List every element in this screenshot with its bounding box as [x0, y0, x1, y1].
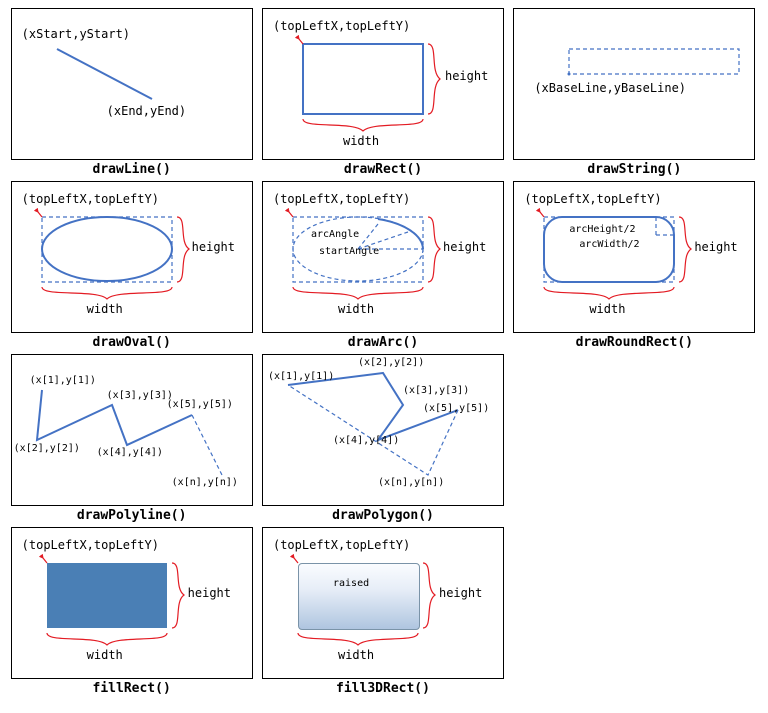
label-arcangle: arcAngle [311, 229, 359, 240]
caption-drawarc: drawArc() [348, 335, 418, 350]
label-p5: (x[5],y[5]) [167, 399, 233, 410]
label-p5: (x[5],y[5]) [423, 403, 489, 414]
cell-drawstring: (xBaseLine,yBaseLine) drawString() [511, 8, 758, 177]
label-startangle: startAngle [319, 246, 379, 257]
cell-fillrect: (topLeftX,topLeftY) width height fillRec… [8, 527, 255, 696]
label-height: height [192, 240, 235, 254]
label-height: height [694, 240, 737, 254]
label-topleft: (topLeftX,topLeftY) [22, 192, 159, 206]
label-start: (xStart,yStart) [22, 27, 130, 41]
panel-fill3drect: (topLeftX,topLeftY) raised width height [262, 527, 504, 679]
label-p3: (x[3],y[3]) [107, 390, 173, 401]
label-p1: (x[1],y[1]) [268, 371, 334, 382]
label-height: height [445, 69, 488, 83]
panel-drawstring: (xBaseLine,yBaseLine) [513, 8, 755, 160]
panel-fillrect: (topLeftX,topLeftY) width height [11, 527, 253, 679]
label-baseline: (xBaseLine,yBaseLine) [534, 81, 686, 95]
label-width: width [589, 302, 625, 316]
label-width: width [343, 134, 379, 148]
panel-drawpolyline: (x[1],y[1]) (x[2],y[2]) (x[3],y[3]) (x[4… [11, 354, 253, 506]
cell-drawpolyline: (x[1],y[1]) (x[2],y[2]) (x[3],y[3]) (x[4… [8, 354, 255, 523]
label-end: (xEnd,yEnd) [107, 104, 186, 118]
label-topleft: (topLeftX,topLeftY) [273, 192, 410, 206]
caption-fillrect: fillRect() [93, 681, 171, 696]
panel-drawpolygon: (x[1],y[1]) (x[2],y[2]) (x[3],y[3]) (x[4… [262, 354, 504, 506]
cell-drawline: (xStart,yStart) (xEnd,yEnd) drawLine() [8, 8, 255, 177]
cell-drawarc: (topLeftX,topLeftY) arcAngle startAngle … [259, 181, 506, 350]
caption-drawpolygon: drawPolygon() [332, 508, 434, 523]
caption-fill3drect: fill3DRect() [336, 681, 430, 696]
label-p4: (x[4],y[4]) [333, 435, 399, 446]
panel-drawroundrect: (topLeftX,topLeftY) arcHeight/2 arcWidth… [513, 181, 755, 333]
panel-drawline: (xStart,yStart) (xEnd,yEnd) [11, 8, 253, 160]
label-topleft: (topLeftX,topLeftY) [22, 538, 159, 552]
label-topleft: (topLeftX,topLeftY) [273, 538, 410, 552]
label-height: height [439, 586, 482, 600]
label-pn: (x[n],y[n]) [172, 477, 238, 488]
diagram-grid: (xStart,yStart) (xEnd,yEnd) drawLine() (… [8, 8, 758, 696]
caption-drawroundrect: drawRoundRect() [576, 335, 693, 350]
cell-drawrect: (topLeftX,topLeftY) width height drawRec… [259, 8, 506, 177]
label-pn: (x[n],y[n]) [378, 477, 444, 488]
caption-drawstring: drawString() [587, 162, 681, 177]
label-arcwidth: arcWidth/2 [579, 239, 639, 250]
label-p1: (x[1],y[1]) [30, 375, 96, 386]
label-width: width [338, 648, 374, 662]
label-p3: (x[3],y[3]) [403, 385, 469, 396]
caption-drawoval: drawOval() [93, 335, 171, 350]
label-height: height [443, 240, 486, 254]
cell-fill3drect: (topLeftX,topLeftY) raised width height … [259, 527, 506, 696]
label-p2: (x[2],y[2]) [358, 357, 424, 368]
caption-drawline: drawLine() [93, 162, 171, 177]
cell-drawroundrect: (topLeftX,topLeftY) arcHeight/2 arcWidth… [511, 181, 758, 350]
label-topleft: (topLeftX,topLeftY) [273, 19, 410, 33]
label-p4: (x[4],y[4]) [97, 447, 163, 458]
cell-drawoval: (topLeftX,topLeftY) width height drawOva… [8, 181, 255, 350]
label-raised: raised [333, 578, 369, 589]
label-archeight: arcHeight/2 [569, 224, 635, 235]
panel-drawrect: (topLeftX,topLeftY) width height [262, 8, 504, 160]
label-p2: (x[2],y[2]) [14, 443, 80, 454]
fill3d-rect [298, 563, 420, 630]
label-width: width [87, 302, 123, 316]
panel-drawoval: (topLeftX,topLeftY) width height [11, 181, 253, 333]
label-height: height [188, 586, 231, 600]
panel-drawarc: (topLeftX,topLeftY) arcAngle startAngle … [262, 181, 504, 333]
label-width: width [87, 648, 123, 662]
caption-drawpolyline: drawPolyline() [77, 508, 187, 523]
label-topleft: (topLeftX,topLeftY) [524, 192, 661, 206]
label-width: width [338, 302, 374, 316]
cell-drawpolygon: (x[1],y[1]) (x[2],y[2]) (x[3],y[3]) (x[4… [259, 354, 506, 523]
caption-drawrect: drawRect() [344, 162, 422, 177]
